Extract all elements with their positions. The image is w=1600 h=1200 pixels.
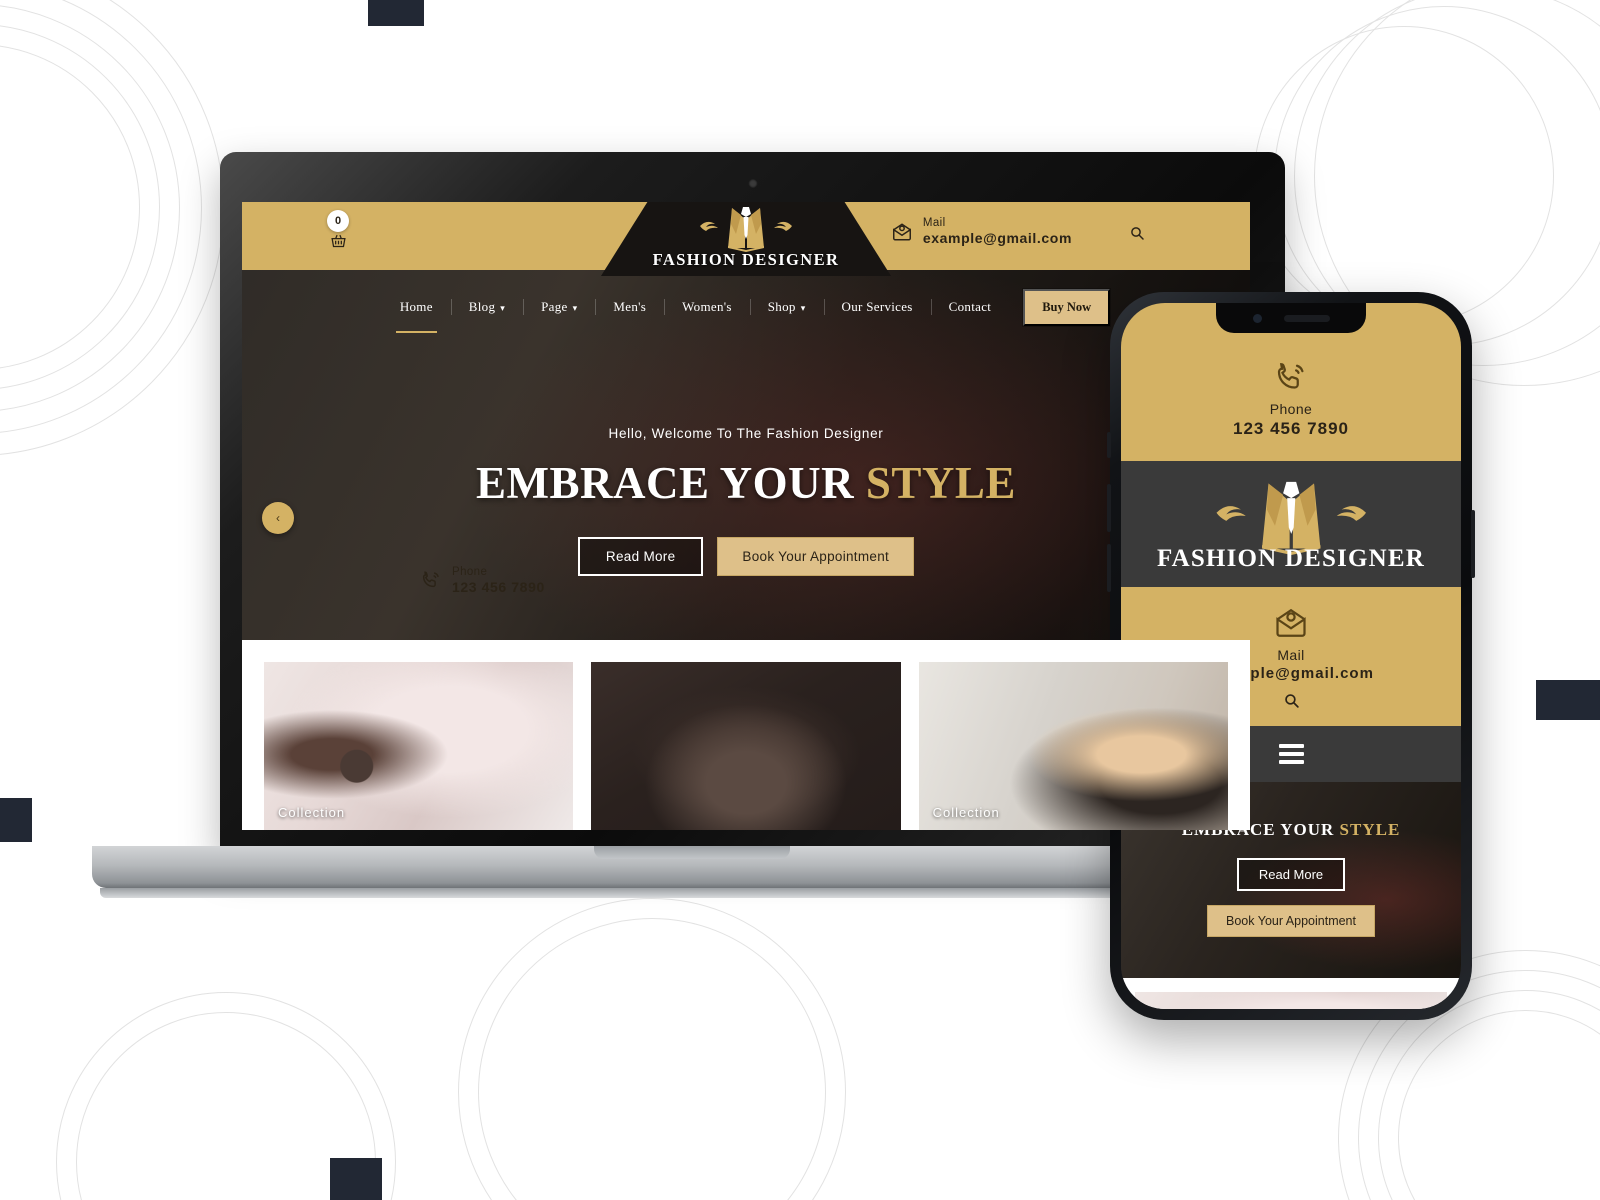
chevron-down-icon: ▾ <box>572 303 578 313</box>
site-logo[interactable]: FASHION DESIGNER <box>621 204 871 270</box>
nav-label: Blog <box>468 299 496 314</box>
collection-card-label: Collection <box>932 805 1000 820</box>
envelope-mail-icon <box>1121 605 1461 641</box>
deco-ring <box>1378 990 1600 1200</box>
topbar: 0 Phone 123 456 7890 Mail example@gmail.… <box>242 202 1250 595</box>
carousel-prev-button[interactable]: ‹ <box>262 502 294 534</box>
nav-item-page[interactable]: Page ▾ <box>523 290 595 324</box>
nav-label: Our Services <box>841 299 913 314</box>
nav-item-our-services[interactable]: Our Services <box>823 290 931 324</box>
phone-label: Phone <box>452 565 488 578</box>
nav-label: Men's <box>613 299 647 314</box>
nav-label: Shop <box>767 299 796 314</box>
nav-item-contact[interactable]: Contact <box>930 290 1010 324</box>
laptop-foot <box>100 888 1284 898</box>
mobile-hero-title-accent: STYLE <box>1339 820 1401 839</box>
hero-title-accent: STYLE <box>865 458 1016 508</box>
envelope-mail-icon <box>891 221 913 243</box>
tuxedo-suit-icon <box>621 204 871 252</box>
chevron-down-icon: ▾ <box>500 303 506 313</box>
collection-card-label: Collection <box>278 805 346 820</box>
deco-ring <box>76 1012 376 1200</box>
collection-card[interactable]: Collection <box>918 662 1228 830</box>
search-icon <box>1283 692 1300 714</box>
hamburger-menu-icon[interactable] <box>1278 740 1304 768</box>
phone-power-button[interactable] <box>1471 510 1475 578</box>
front-camera-icon <box>1252 313 1262 323</box>
cart-count-badge: 0 <box>327 210 349 232</box>
search-button[interactable] <box>1124 222 1150 248</box>
deco-ring <box>478 918 826 1200</box>
deco-ring <box>458 898 846 1200</box>
header-mail[interactable]: Mail example@gmail.com <box>891 216 1072 247</box>
nav-label: Home <box>399 299 433 314</box>
deco-square <box>1536 680 1600 720</box>
nav-item-blog[interactable]: Blog ▾ <box>450 290 523 324</box>
buy-now-button[interactable]: Buy Now <box>1023 288 1111 326</box>
laptop-mockup: 0 Phone 123 456 7890 Mail example@gmail.… <box>92 152 1292 914</box>
nav-label: Women's <box>682 299 732 314</box>
logo-wordmark: FASHION DESIGNER <box>652 250 840 269</box>
earpiece-speaker-icon <box>1283 314 1330 322</box>
cart-button[interactable]: 0 <box>318 210 358 253</box>
chevron-down-icon: ▾ <box>800 303 806 313</box>
chevron-left-icon: ‹ <box>276 511 280 525</box>
deco-square <box>0 798 32 842</box>
shopping-basket-icon <box>318 233 358 253</box>
desktop-screen: 0 Phone 123 456 7890 Mail example@gmail.… <box>242 202 1250 830</box>
phone-value: 123 456 7890 <box>452 578 545 595</box>
nav-item-mens[interactable]: Men's <box>595 290 664 324</box>
mobile-collection-strip <box>1121 978 1461 1009</box>
search-icon <box>1129 225 1145 246</box>
mobile-book-appointment-button[interactable]: Book Your Appointment <box>1207 905 1375 937</box>
phone-call-icon <box>420 569 442 591</box>
nav-item-shop[interactable]: Shop ▾ <box>749 290 824 324</box>
nav-label: Contact <box>948 299 992 314</box>
laptop-lid: 0 Phone 123 456 7890 Mail example@gmail.… <box>220 152 1285 852</box>
mobile-collection-card[interactable] <box>1135 992 1447 1009</box>
nav-item-home[interactable]: Home <box>382 290 451 333</box>
mobile-read-more-button[interactable]: Read More <box>1236 858 1346 891</box>
deco-ring <box>1254 26 1554 326</box>
deco-square <box>368 0 424 26</box>
mail-label: Mail <box>922 217 946 229</box>
phone-notch <box>1216 303 1366 333</box>
deco-ring <box>56 992 396 1200</box>
mail-value: example@gmail.com <box>922 230 1072 246</box>
main-navigation: Home Blog ▾ Page ▾ Men's Women's Shop ▾ … <box>242 280 1250 334</box>
laptop-base-notch <box>594 846 790 859</box>
nav-label: Page <box>541 299 568 314</box>
deco-square <box>330 1158 382 1200</box>
nav-item-womens[interactable]: Women's <box>664 290 750 324</box>
website-desktop: 0 Phone 123 456 7890 Mail example@gmail.… <box>242 202 1250 830</box>
laptop-camera-icon <box>748 179 757 188</box>
deco-ring <box>1398 1010 1600 1200</box>
